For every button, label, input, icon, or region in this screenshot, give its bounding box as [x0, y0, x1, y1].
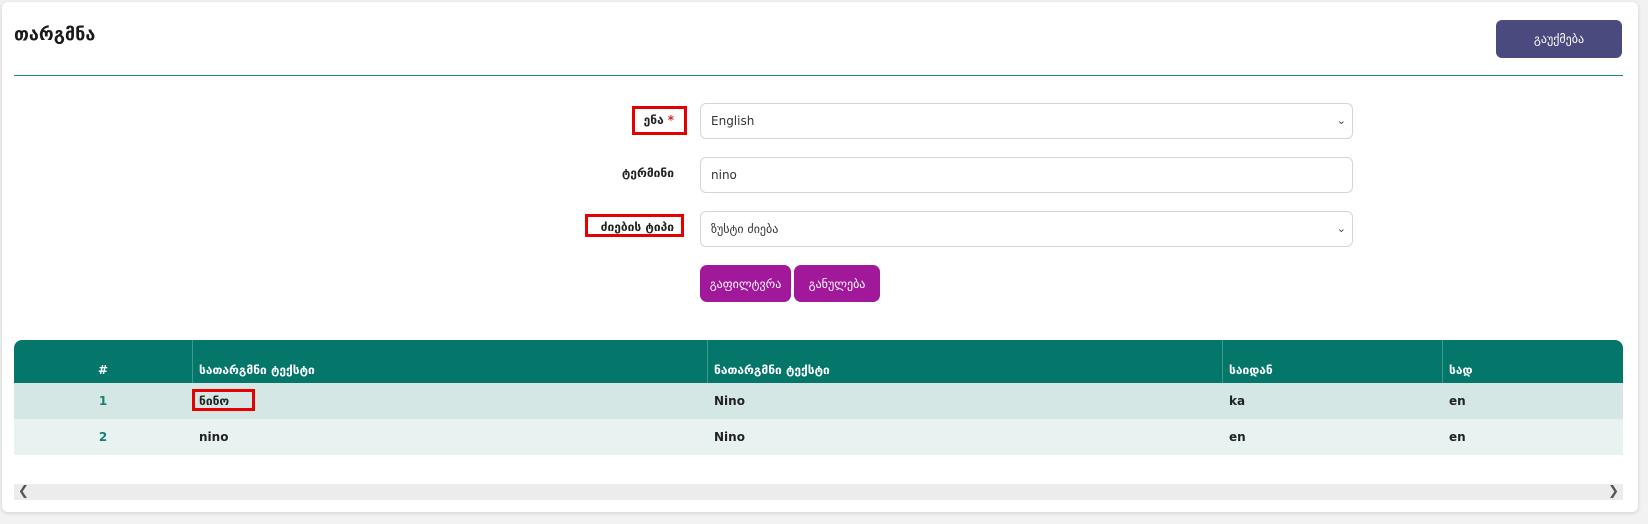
chevron-left-icon[interactable]: ❮ [18, 484, 29, 500]
to-cell: en [1449, 430, 1466, 444]
language-select-value: English [711, 114, 755, 128]
from-cell: ka [1229, 394, 1246, 408]
horizontal-scrollbar[interactable]: ❮ ❯ [14, 484, 1623, 500]
row-number: 2 [98, 430, 108, 444]
column-header-source-text: სათარგმნი ტექსტი [193, 340, 708, 383]
term-input[interactable]: nino [700, 157, 1353, 193]
from-cell: en [1229, 430, 1246, 444]
source-text-cell: nino [199, 430, 229, 444]
column-header-number: # [14, 340, 193, 383]
translations-table: # სათარგმნი ტექსტი ნათარგმნი ტექსტი საიდ… [14, 340, 1623, 455]
to-cell: en [1449, 394, 1466, 408]
term-label: ტერმინი [621, 166, 674, 180]
search-type-select-value: ზუსტი ძიება [711, 222, 779, 236]
table-row[interactable]: 2 nino Nino en en [14, 419, 1623, 455]
chevron-right-icon[interactable]: ❯ [1608, 484, 1619, 500]
page-title: თარგმნა [14, 24, 96, 45]
search-type-select[interactable]: ზუსტი ძიება ⌄ [700, 211, 1353, 247]
reset-button[interactable]: განულება [794, 265, 880, 302]
column-header-to: სად [1449, 363, 1473, 377]
search-type-label-highlight [585, 214, 684, 237]
column-header-translated-text: ნათარგმნი ტექსტი [708, 340, 1223, 383]
chevron-down-icon: ⌄ [1336, 222, 1346, 235]
translated-text-cell: Nino [714, 394, 745, 408]
header-divider [14, 75, 1623, 76]
column-header-from: საიდან [1223, 340, 1443, 383]
cancel-button[interactable]: გაუქმება [1496, 20, 1622, 58]
language-label-highlight [632, 106, 687, 135]
row-number: 1 [98, 394, 108, 408]
table-row[interactable]: 1 ნინო Nino ka en [14, 383, 1623, 419]
translated-text-cell: Nino [714, 430, 745, 444]
chevron-down-icon: ⌄ [1336, 114, 1346, 127]
term-input-value: nino [711, 168, 737, 182]
translation-card: თარგმნა გაუქმება ენა * English ⌄ ტერმინი … [2, 2, 1638, 512]
language-select[interactable]: English ⌄ [700, 103, 1353, 139]
table-header: # სათარგმნი ტექსტი ნათარგმნი ტექსტი საიდ… [14, 340, 1623, 383]
source-text-highlight [192, 389, 255, 411]
filter-button[interactable]: გაფილტვრა [700, 265, 791, 302]
